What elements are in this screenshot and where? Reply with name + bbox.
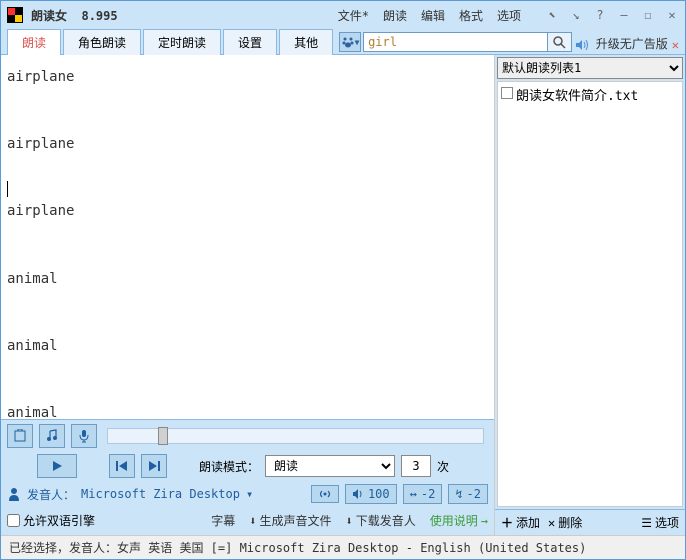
main-area: 朗读模式： 朗读 次 发音人： Microsoft Zira Desktop ▾… bbox=[1, 55, 685, 535]
count-suffix: 次 bbox=[437, 458, 449, 475]
count-input[interactable] bbox=[401, 455, 431, 477]
status-text: 已经选择，发音人：女声 英语 美国 [=] Microsoft Zira Des… bbox=[9, 539, 586, 556]
download-voice-link[interactable]: ⬇下载发音人 bbox=[346, 512, 416, 529]
help-icon[interactable]: ? bbox=[593, 8, 607, 22]
open-file-button[interactable] bbox=[7, 424, 33, 448]
menu-format[interactable]: 格式 bbox=[459, 7, 483, 24]
tool-icon[interactable]: ↘ bbox=[569, 8, 583, 22]
minimize-icon[interactable]: — bbox=[617, 8, 631, 22]
upgrade-link[interactable]: 升级无广告版 bbox=[596, 35, 668, 52]
editor-wrap bbox=[1, 55, 494, 419]
menu-options[interactable]: 选项 bbox=[497, 7, 521, 24]
broadcast-button[interactable] bbox=[311, 485, 339, 503]
menu-file[interactable]: 文件* bbox=[338, 7, 369, 24]
dual-engine-checkbox[interactable]: 允许双语引擎 bbox=[7, 512, 95, 529]
search-input[interactable] bbox=[363, 32, 548, 52]
search-box bbox=[363, 32, 572, 52]
app-icon bbox=[7, 7, 23, 23]
playlist-select[interactable]: 默认朗读列表1 bbox=[497, 57, 683, 79]
maximize-icon[interactable]: ☐ bbox=[641, 8, 655, 22]
close-icon[interactable]: ✕ bbox=[665, 8, 679, 22]
close-upgrade-icon[interactable]: ✕ bbox=[672, 38, 679, 52]
mic-button[interactable] bbox=[71, 424, 97, 448]
progress-slider[interactable] bbox=[107, 428, 484, 444]
play-button[interactable] bbox=[37, 454, 77, 478]
speed-control[interactable]: ↔-2 bbox=[403, 484, 443, 504]
voice-label: 发音人： bbox=[27, 486, 75, 503]
controls-panel: 朗读模式： 朗读 次 发音人： Microsoft Zira Desktop ▾… bbox=[1, 419, 494, 535]
search-button[interactable] bbox=[548, 32, 572, 52]
voice-name[interactable]: Microsoft Zira Desktop bbox=[81, 487, 240, 501]
volume-control[interactable]: 100 bbox=[345, 484, 397, 504]
menu-read[interactable]: 朗读 bbox=[383, 7, 407, 24]
delete-button[interactable]: ✕删除 bbox=[548, 514, 582, 531]
pitch-control[interactable]: ↯-2 bbox=[448, 484, 488, 504]
tab-read[interactable]: 朗读 bbox=[7, 29, 61, 55]
tab-settings[interactable]: 设置 bbox=[223, 29, 277, 55]
help-link[interactable]: 使用说明→ bbox=[430, 512, 488, 529]
prev-button[interactable] bbox=[109, 454, 135, 478]
playlist-item[interactable]: 朗读女软件简介.txt bbox=[498, 82, 682, 107]
slider-thumb[interactable] bbox=[158, 427, 168, 445]
text-cursor bbox=[7, 181, 8, 197]
next-button[interactable] bbox=[141, 454, 167, 478]
tab-other[interactable]: 其他 bbox=[279, 29, 333, 55]
paw-icon[interactable]: ▼ bbox=[339, 32, 361, 52]
tab-role-read[interactable]: 角色朗读 bbox=[63, 29, 141, 55]
options-button[interactable]: ☰选项 bbox=[641, 514, 679, 531]
music-button[interactable] bbox=[39, 424, 65, 448]
mode-label: 朗读模式： bbox=[199, 458, 259, 475]
person-icon bbox=[7, 487, 21, 501]
playlist[interactable]: 朗读女软件简介.txt bbox=[497, 81, 683, 507]
right-panel: 默认朗读列表1 朗读女软件简介.txt ＋添加 ✕删除 ☰选项 bbox=[495, 55, 685, 535]
pin-icon[interactable]: ⬉ bbox=[545, 8, 559, 22]
left-panel: 朗读模式： 朗读 次 发音人： Microsoft Zira Desktop ▾… bbox=[1, 55, 495, 535]
tabbar: 朗读 角色朗读 定时朗读 设置 其他 ▼ 升级无广告版 ✕ bbox=[1, 29, 685, 55]
titlebar: 朗读女 8.995 文件* 朗读 编辑 格式 选项 ⬉ ↘ ? — ☐ ✕ bbox=[1, 1, 685, 29]
app-title: 朗读女 8.995 bbox=[31, 7, 118, 24]
subtitle-link[interactable]: 字幕 bbox=[211, 512, 235, 529]
add-button[interactable]: ＋添加 bbox=[501, 514, 540, 531]
tab-timed-read[interactable]: 定时朗读 bbox=[143, 29, 221, 55]
statusbar: 已经选择，发音人：女声 英语 美国 [=] Microsoft Zira Des… bbox=[1, 535, 685, 559]
voice-dropdown-icon[interactable]: ▾ bbox=[246, 487, 253, 501]
mode-select[interactable]: 朗读 bbox=[265, 455, 395, 477]
main-menu: 文件* 朗读 编辑 格式 选项 bbox=[338, 7, 521, 24]
text-editor[interactable] bbox=[1, 55, 494, 419]
gen-audio-link[interactable]: ⬇生成声音文件 bbox=[249, 512, 331, 529]
menu-edit[interactable]: 编辑 bbox=[421, 7, 445, 24]
window-controls: ⬉ ↘ ? — ☐ ✕ bbox=[545, 8, 679, 22]
playlist-toolbar: ＋添加 ✕删除 ☰选项 bbox=[495, 509, 685, 535]
speaker-icon[interactable] bbox=[574, 38, 590, 52]
